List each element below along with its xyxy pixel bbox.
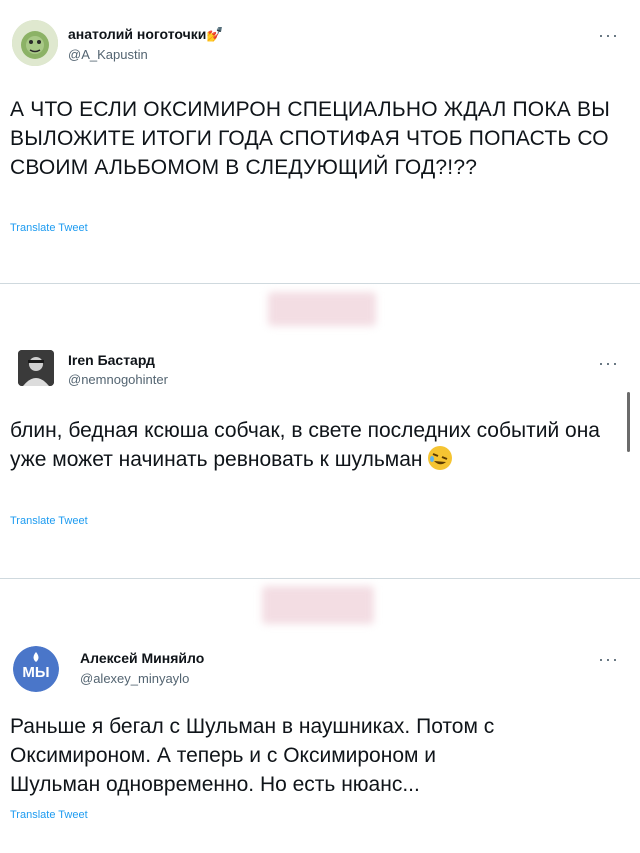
- translate-link[interactable]: Translate Tweet: [10, 222, 88, 234]
- author-name[interactable]: Алексей Миняйло: [80, 650, 204, 666]
- more-options-icon[interactable]: ···: [598, 650, 619, 668]
- translate-link[interactable]: Translate Tweet: [10, 809, 88, 821]
- tweet-card[interactable]: МЫ Алексей Миняйло @alexey_minyaylo ··· …: [0, 628, 640, 853]
- rolling-laughing-emoji-icon: [427, 446, 452, 470]
- divider: [0, 578, 640, 579]
- author-handle[interactable]: @nemnogohinter: [68, 372, 168, 387]
- avatar[interactable]: [12, 20, 58, 66]
- more-options-icon[interactable]: ···: [598, 354, 619, 372]
- blurred-ad: [262, 586, 374, 624]
- tweet-text: блин, бедная ксюша собчак, в свете после…: [10, 419, 600, 471]
- translate-link[interactable]: Translate Tweet: [10, 515, 88, 527]
- tweet-text: Раньше я бегал с Шульман в наушниках. По…: [10, 715, 495, 796]
- cabbage-icon: [12, 20, 58, 66]
- avatar[interactable]: МЫ: [13, 646, 59, 692]
- tweet-text: А ЧТО ЕСЛИ ОКСИМИРОН СПЕЦИАЛЬНО ЖДАЛ ПОК…: [10, 98, 610, 179]
- divider: [0, 283, 640, 284]
- author-name[interactable]: анатолий ноготочки💅: [68, 26, 224, 43]
- author-name[interactable]: Iren Бастард: [68, 352, 155, 368]
- more-options-icon[interactable]: ···: [598, 26, 619, 44]
- scrollbar[interactable]: [627, 392, 630, 452]
- avatar-label: МЫ: [22, 664, 50, 681]
- avatar[interactable]: [18, 350, 54, 386]
- tweet-card[interactable]: Iren Бастард @nemnogohinter ··· блин, бе…: [0, 330, 640, 570]
- author-handle[interactable]: @alexey_minyaylo: [80, 671, 189, 686]
- blurred-ad: [268, 292, 376, 326]
- author-handle[interactable]: @A_Kapustin: [68, 47, 148, 62]
- tweet-card[interactable]: анатолий ноготочки💅 @A_Kapustin ··· А ЧТ…: [0, 0, 640, 282]
- tweet-text-wrapper: блин, бедная ксюша собчак, в свете после…: [10, 416, 600, 474]
- portrait-icon: [18, 350, 54, 386]
